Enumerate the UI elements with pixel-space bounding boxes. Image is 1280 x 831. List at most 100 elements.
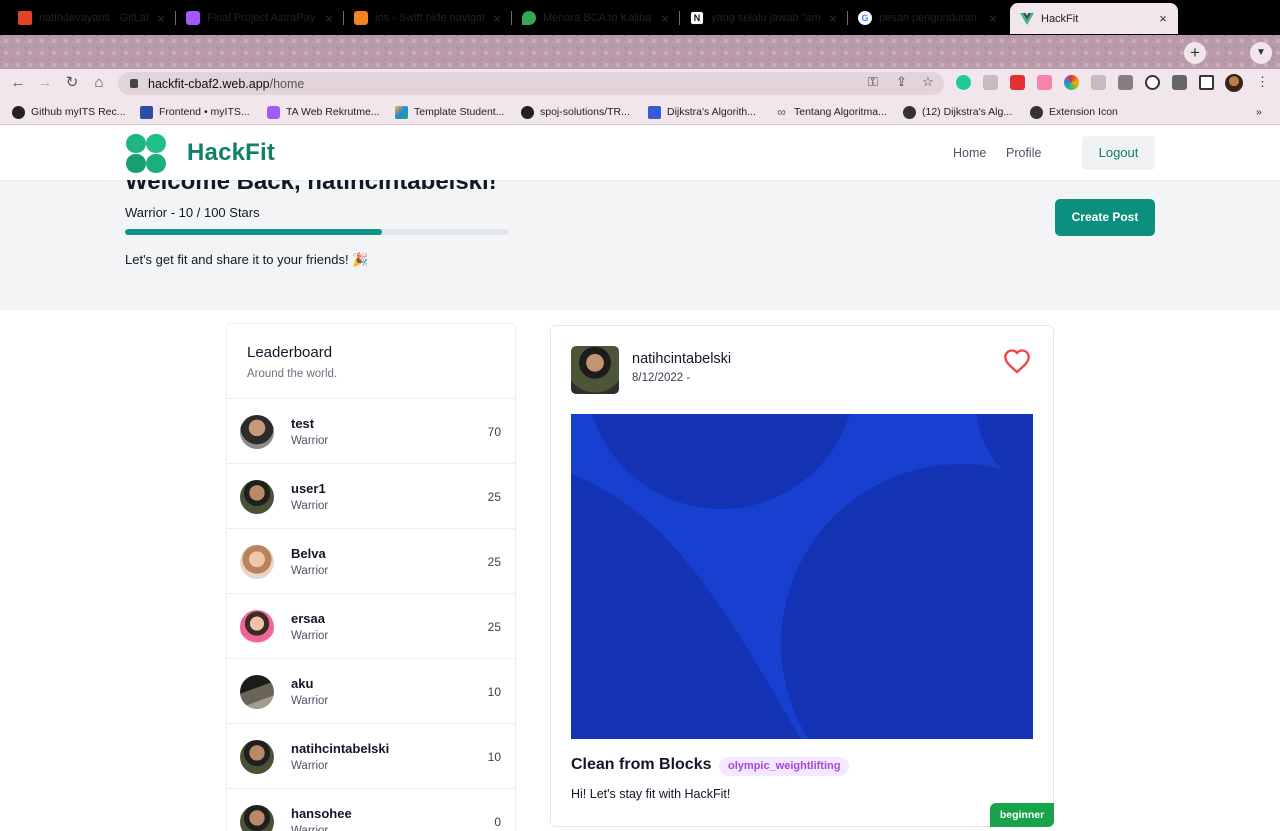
close-icon[interactable]: × [986,11,1000,26]
url-path: /home [269,76,305,91]
post-author-avatar[interactable] [571,346,619,394]
tab-hackfit[interactable]: HackFit × [1010,3,1178,34]
user-role: Warrior [291,500,329,512]
leaderboard-row[interactable]: Belva Warrior 25 [227,529,515,594]
grid-icon [648,105,661,119]
tab-strip [0,35,1280,69]
maps-pin-icon [522,11,536,25]
forward-icon[interactable]: → [35,73,55,93]
reload-icon[interactable]: ↻ [62,73,82,93]
bookmark-item[interactable]: ∞ Tentang Algoritma... [775,104,887,120]
level-badge: beginner [990,803,1054,827]
kebab-menu-icon[interactable]: ⋮ [1256,74,1269,90]
sidepanel-icon[interactable] [1199,75,1214,90]
close-icon[interactable]: × [1156,11,1170,26]
globe-icon [903,105,916,119]
user-score: 0 [494,815,501,829]
home-icon[interactable]: ⌂ [89,73,109,93]
post-category-tag[interactable]: olympic_weightlifting [719,757,850,776]
close-icon[interactable]: × [154,11,168,26]
tp-extension-icon[interactable] [1010,75,1025,90]
share-icon[interactable]: ⇪ [896,74,907,90]
globe-icon [1030,105,1043,119]
vue-icon [1020,12,1034,26]
user-score: 25 [487,620,501,634]
bug-icon[interactable] [1118,75,1133,90]
ct-extension-icon[interactable] [1091,75,1106,90]
gitlab-icon [18,11,32,25]
star-icon[interactable]: ☆ [922,74,934,90]
puzzle-icon[interactable] [1172,75,1187,90]
page: Welcome Back, natihcintabelski! Warrior … [0,125,1280,831]
profile-avatar[interactable] [1225,74,1243,92]
tab-search-icon[interactable]: ▼ [1250,42,1272,64]
user-score: 25 [487,490,501,504]
vue-devtools-icon[interactable] [1037,75,1052,90]
user-name: aku [291,676,314,691]
leaderboard-row[interactable]: hansohee Warrior 0 [227,789,515,831]
leaderboard-row[interactable]: aku Warrior 10 [227,659,515,724]
user-score: 70 [487,425,501,439]
heart-icon[interactable] [1003,348,1031,374]
welcome-banner: Welcome Back, natihcintabelski! Warrior … [0,180,1280,310]
user-name: ersaa [291,611,325,626]
post-image [571,414,1033,739]
color-picker-icon[interactable] [1064,75,1079,90]
tab-figma[interactable]: Final Project AstraPay – × [176,4,344,32]
notion-icon: N [690,11,704,25]
avatar [240,740,274,774]
close-icon[interactable]: × [322,11,336,26]
logout-button[interactable]: Logout [1082,136,1155,170]
bookmark-item[interactable]: Template Student... [395,104,504,120]
close-icon[interactable]: × [658,11,672,26]
user-role: Warrior [291,760,329,772]
tab-google[interactable]: G pesan pengunduran dir × [848,4,1008,32]
bookmark-item[interactable]: spoj-solutions/TR... [521,104,630,120]
leaderboard-row[interactable]: ersaa Warrior 25 [227,594,515,659]
user-role: Warrior [291,565,329,577]
tab-notion[interactable]: N yang selalu jawab "ama × [680,4,848,32]
close-icon[interactable]: × [826,11,840,26]
user-role: Warrior [291,825,329,831]
brand-name[interactable]: HackFit [187,139,275,167]
drive-icon [395,105,408,119]
bookmark-item[interactable]: Frontend • myITS... [140,104,250,120]
cast-icon[interactable] [983,75,998,90]
post-author-name[interactable]: natihcintabelski [632,351,731,367]
user-role: Warrior [291,630,329,642]
tab-stackoverflow[interactable]: ios - Swift hide navigati × [344,4,512,32]
new-tab-button[interactable]: + [1184,42,1206,64]
back-icon[interactable]: ← [8,73,28,93]
bookmark-item[interactable]: (12) Dijkstra's Alg... [903,104,1012,120]
user-name: natihcintabelski [291,741,390,756]
leaderboard-row[interactable]: test Warrior 70 [227,399,515,464]
timer-icon[interactable] [1145,75,1160,90]
user-score: 10 [487,685,501,699]
user-score: 25 [487,555,501,569]
bookmark-item[interactable]: TA Web Rekrutme... [267,104,380,120]
tab-gitlab[interactable]: natihdevayanti · GitLab × [8,4,176,32]
user-name: test [291,416,315,431]
user-role: Warrior [291,435,329,447]
nav-profile-link[interactable]: Profile [1006,146,1041,160]
user-name: Belva [291,546,326,561]
user-name: user1 [291,481,326,496]
bookmark-item[interactable]: Github myITS Rec... [12,104,126,120]
bookmark-item[interactable]: Extension Icon [1030,104,1118,120]
grammarly-icon[interactable] [956,75,971,90]
nav-home-link[interactable]: Home [953,146,986,160]
welcome-heading: Welcome Back, natihcintabelski! [125,180,497,195]
key-icon[interactable]: ⚿ [868,74,878,90]
google-icon: G [858,11,872,25]
hackfit-logo-icon[interactable] [125,134,167,174]
address-bar[interactable]: hackfit-cbaf2.web.app/home [118,72,944,95]
leaderboard-row[interactable]: natihcintabelski Warrior 10 [227,724,515,789]
tab-maps[interactable]: Menara BCA to Kalibata × [512,4,680,32]
create-post-button[interactable]: Create Post [1055,199,1155,236]
leaderboard-row[interactable]: user1 Warrior 25 [227,464,515,529]
bookmark-item[interactable]: Dijkstra's Algorith... [648,104,756,120]
bookmarks-more-icon[interactable]: » [1256,104,1262,120]
close-icon[interactable]: × [490,11,504,26]
post-body: Hi! Let's stay fit with HackFit! [571,787,731,801]
user-score: 10 [487,750,501,764]
